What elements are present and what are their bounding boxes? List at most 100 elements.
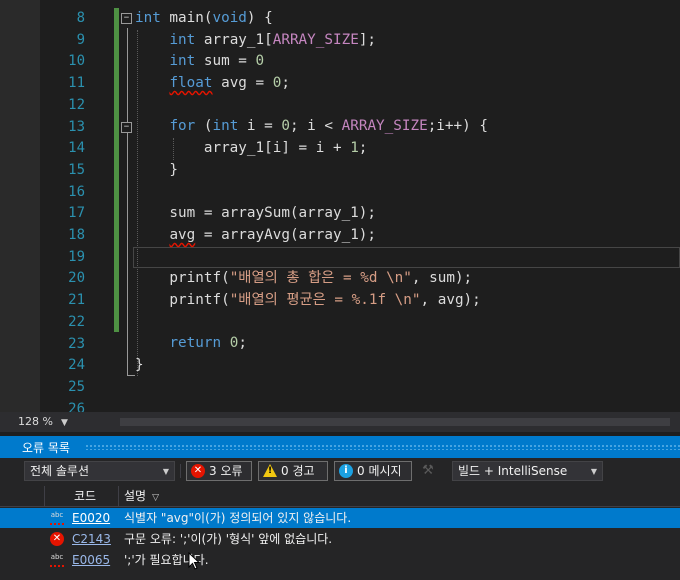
- line-number: 17: [68, 205, 85, 222]
- code-line[interactable]: [135, 377, 488, 399]
- code-token: main(: [160, 10, 213, 26]
- code-token: = arrayAvg(array_1);: [195, 226, 377, 243]
- line-number: 24: [68, 357, 85, 374]
- horizontal-scrollbar[interactable]: [120, 418, 670, 426]
- column-separator: [44, 486, 45, 506]
- warnings-filter-button[interactable]: ! 0 경고: [258, 461, 328, 481]
- error-list-title-bar[interactable]: 오류 목록: [0, 436, 680, 458]
- error-row[interactable]: ✕ C2143 구문 오류: ';'이(가) '형식' 앞에 없습니다.: [0, 529, 680, 549]
- outline-end: [127, 375, 135, 376]
- collapse-for-icon[interactable]: −: [121, 122, 132, 133]
- code-line[interactable]: int array_1[ARRAY_SIZE];: [135, 30, 488, 52]
- intellisense-error-icon: abc: [50, 553, 64, 567]
- line-number: 11: [68, 75, 85, 92]
- code-token: int: [169, 31, 196, 48]
- messages-filter-label: 0 메시지: [357, 464, 402, 478]
- code-line[interactable]: [135, 182, 488, 204]
- code-line[interactable]: sum = arraySum(array_1);: [135, 203, 488, 225]
- code-line[interactable]: printf("배열의 평균은 = %.1f \n", avg);: [135, 290, 488, 312]
- code-token: ;: [358, 140, 368, 157]
- intellisense-error-icon: abc: [50, 511, 64, 525]
- code-token: avg =: [212, 75, 273, 92]
- build-filter-dropdown[interactable]: 빌드 + IntelliSense ▼: [452, 461, 603, 481]
- code-editor[interactable]: 8 9 10 11 12 13 14 15 16 17 18 19 20 21 22 23 24 25 26 − −…: [0, 0, 680, 412]
- code-token: void: [212, 10, 247, 26]
- error-code-link[interactable]: C2143: [72, 529, 111, 549]
- code-line[interactable]: avg = arrayAvg(array_1);: [135, 225, 488, 247]
- code-line[interactable]: printf("배열의 총 합은 = %d \n", sum);: [135, 268, 488, 290]
- code-line[interactable]: [135, 398, 488, 412]
- code-token: avg: [169, 226, 196, 243]
- errors-filter-label: 3 오류: [209, 464, 243, 478]
- code-token: , sum);: [411, 270, 473, 287]
- code-line[interactable]: [135, 247, 488, 269]
- chevron-down-icon: ▼: [590, 467, 597, 476]
- code-line[interactable]: [135, 95, 488, 117]
- error-list-title: 오류 목록: [22, 441, 70, 455]
- column-header-code[interactable]: 코드: [74, 486, 96, 506]
- error-description: 식별자 "avg"이(가) 정의되어 있지 않습니다.: [124, 511, 352, 525]
- line-number: 8: [76, 10, 85, 26]
- error-list-header: 코드 설명 ▽: [0, 486, 680, 507]
- code-line[interactable]: [135, 312, 488, 334]
- line-number: 12: [68, 96, 85, 113]
- scope-dropdown[interactable]: 전체 솔루션 ▼: [24, 461, 175, 481]
- zoom-level-label: 128 %: [18, 415, 53, 428]
- line-number: 21: [68, 292, 85, 309]
- code-token: 0: [281, 118, 290, 135]
- warnings-filter-label: 0 경고: [281, 464, 315, 478]
- messages-filter-button[interactable]: i 0 메시지: [334, 461, 412, 481]
- build-error-icon: ✕: [50, 532, 64, 546]
- chevron-down-icon: ▼: [60, 418, 68, 428]
- code-token: int: [212, 118, 239, 135]
- outline-line: [127, 28, 128, 376]
- zoom-level-combo[interactable]: 128 % ▼: [18, 414, 68, 430]
- error-code-link[interactable]: E0065: [72, 550, 110, 570]
- code-line[interactable]: }: [135, 160, 488, 182]
- line-number: 18: [68, 227, 85, 243]
- warning-icon: !: [263, 464, 277, 477]
- code-line[interactable]: for (int i = 0; i < ARRAY_SIZE;i++) {: [135, 116, 488, 138]
- collapse-main-icon[interactable]: −: [121, 13, 132, 24]
- info-icon: i: [339, 464, 353, 478]
- code-token: int: [169, 53, 196, 70]
- line-number: 22: [68, 313, 85, 330]
- code-line[interactable]: int sum = 0: [135, 51, 488, 73]
- line-number: 26: [68, 400, 85, 412]
- line-number: 20: [68, 270, 85, 287]
- errors-filter-button[interactable]: ✕ 3 오류: [186, 461, 252, 481]
- code-token: ; i <: [289, 118, 342, 135]
- toolbar-separator: [180, 464, 181, 478]
- error-row[interactable]: abc E0020 식별자 "avg"이(가) 정의되어 있지 않습니다.: [0, 508, 680, 528]
- sort-descending-icon: ▽: [152, 493, 160, 503]
- error-icon: ✕: [191, 464, 205, 478]
- code-line[interactable]: }: [135, 355, 488, 377]
- code-token: ;: [238, 335, 247, 352]
- filter-icon[interactable]: ⚒: [420, 463, 436, 479]
- build-filter-value: 빌드 + IntelliSense: [458, 464, 568, 478]
- line-number: 25: [68, 378, 85, 395]
- code-line[interactable]: float avg = 0;: [135, 73, 488, 95]
- code-line[interactable]: int main(void) {: [135, 8, 488, 30]
- column-header-description[interactable]: 설명 ▽: [124, 486, 159, 506]
- code-text[interactable]: int main(void) { int array_1[ARRAY_SIZE]…: [135, 8, 488, 412]
- code-line[interactable]: array_1[i] = i + 1;: [135, 138, 488, 160]
- code-token: sum =: [195, 53, 256, 70]
- line-number: 16: [68, 183, 85, 200]
- editor-status-bar: 128 % ▼: [0, 412, 680, 432]
- error-code-link[interactable]: E0020: [72, 508, 110, 528]
- drag-grip[interactable]: [85, 444, 680, 450]
- error-row[interactable]: abc E0065 ';'가 필요합니다.: [0, 550, 680, 570]
- code-token: "배열의 총 합은 = %d \n": [229, 270, 412, 287]
- line-number: 15: [68, 161, 85, 178]
- change-tracking-bar: [114, 8, 119, 332]
- column-header-description-label: 설명: [124, 489, 147, 503]
- code-token: ;: [281, 75, 290, 92]
- code-line[interactable]: return 0;: [135, 333, 488, 355]
- code-token: ];: [358, 31, 377, 48]
- code-token: array_1[: [195, 31, 273, 48]
